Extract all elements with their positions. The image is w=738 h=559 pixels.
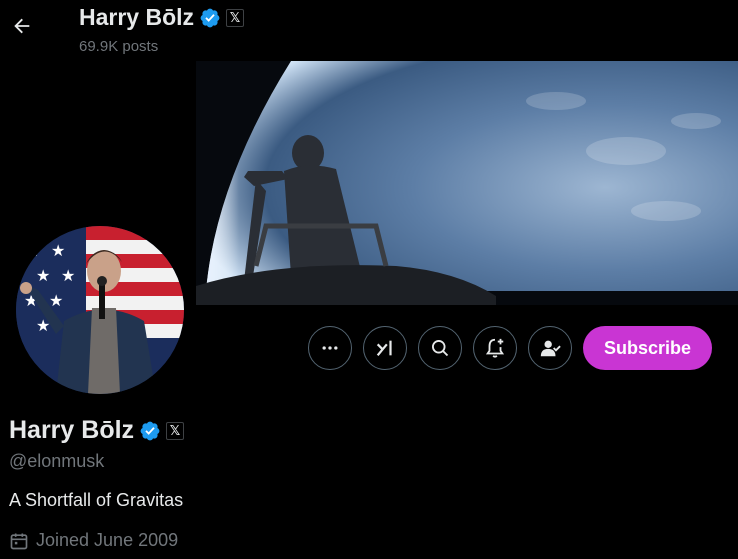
search-icon [432, 340, 449, 357]
back-button[interactable] [4, 8, 40, 44]
subscribe-button[interactable]: Subscribe [583, 326, 713, 370]
profile-avatar[interactable]: ★ ★ ★ ★ ★ ★ ★ [13, 223, 187, 397]
following-button[interactable] [528, 326, 572, 370]
svg-text:★: ★ [26, 241, 40, 260]
x-affiliation-badge[interactable]: 𝕏 [166, 421, 185, 440]
svg-text:★: ★ [61, 266, 75, 285]
post-count: 69.9K posts [79, 38, 159, 55]
verified-badge-icon[interactable] [139, 420, 161, 442]
notify-button[interactable] [473, 326, 517, 370]
arrow-left-icon [14, 18, 30, 34]
x-affiliation-badge[interactable]: 𝕏 [226, 8, 245, 27]
profile-banner[interactable] [196, 61, 738, 313]
svg-text:★: ★ [51, 241, 65, 260]
header-title: Harry Bōlz 𝕏 [79, 4, 245, 31]
avatar-image: ★ ★ ★ ★ ★ ★ ★ [16, 226, 184, 394]
grok-icon [376, 340, 392, 357]
svg-text:★: ★ [36, 266, 50, 285]
profile-name: Harry Bōlz 𝕏 [9, 416, 185, 445]
svg-text:★: ★ [49, 291, 63, 310]
profile-actions: Subscribe [308, 326, 713, 370]
person-check-icon [540, 340, 561, 357]
profile-handle: @elonmusk [9, 451, 105, 471]
more-icon [322, 346, 338, 350]
banner-image [196, 61, 738, 313]
bell-plus-icon [485, 338, 505, 358]
grok-button[interactable] [363, 326, 407, 370]
header-name-text: Harry Bōlz [79, 4, 195, 30]
joined-date-text: Joined June 2009 [36, 530, 179, 550]
top-header: Harry Bōlz 𝕏 69.9K posts [0, 0, 738, 60]
calendar-icon [10, 533, 28, 549]
more-button[interactable] [308, 326, 352, 370]
profile-bio: A Shortfall of Gravitas [9, 490, 184, 510]
joined-date: Joined June 2009 [9, 530, 178, 551]
verified-badge-icon[interactable] [199, 7, 221, 29]
profile-name-text: Harry Bōlz [9, 416, 135, 444]
search-button[interactable] [418, 326, 462, 370]
